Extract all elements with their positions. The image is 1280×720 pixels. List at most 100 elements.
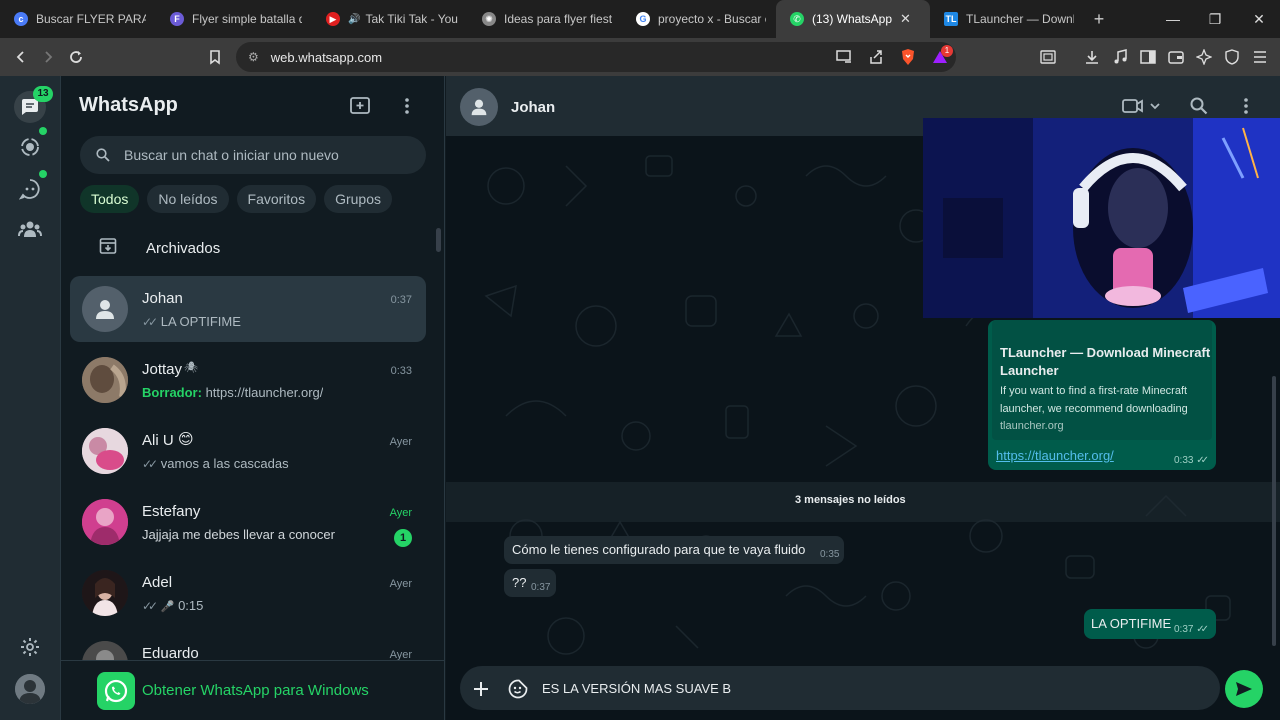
tlauncher-icon: TL (944, 12, 958, 26)
profile-avatar[interactable] (15, 674, 45, 704)
chat-preview: ✓✓ 🎤 0:15 (142, 598, 203, 613)
music-icon[interactable] (1106, 43, 1134, 71)
message-input[interactable] (542, 666, 1142, 710)
send-button[interactable] (1225, 670, 1263, 708)
chat-list-scrollbar[interactable] (436, 228, 441, 252)
maximize-icon[interactable]: ❐ (1194, 0, 1236, 38)
chat-row-eduardo[interactable]: Eduardo Ayer (70, 631, 426, 660)
incoming-message[interactable]: ?? 0:37 (504, 569, 556, 597)
filter-unread[interactable]: No leídos (147, 185, 229, 213)
channels-update-dot (39, 170, 47, 178)
new-tab-button[interactable]: + (1084, 9, 1114, 30)
browser-tab[interactable]: ✺ Ideas para flyer fiesta (468, 0, 622, 38)
archive-icon (99, 237, 117, 260)
status-icon[interactable] (15, 132, 45, 162)
search-messages-icon[interactable] (1187, 94, 1211, 118)
download-icon[interactable] (1078, 43, 1106, 71)
wallet-icon[interactable] (1162, 43, 1190, 71)
minimize-icon[interactable]: — (1152, 0, 1194, 38)
double-check-icon: ✓✓ (142, 457, 158, 471)
browser-tab[interactable]: F Flyer simple batalla de (156, 0, 312, 38)
spider-icon: 🕷 (184, 362, 198, 374)
share-icon[interactable] (862, 43, 890, 71)
contact-photo-avatar (82, 428, 128, 474)
tab-search-icon[interactable] (1034, 43, 1062, 71)
leo-ai-icon[interactable] (1190, 43, 1218, 71)
get-desktop-app-banner[interactable]: Obtener WhatsApp para Windows (61, 660, 445, 720)
menu-icon[interactable] (1246, 43, 1274, 71)
chat-time: 0:33 (390, 365, 412, 377)
conversation-menu-icon[interactable] (1234, 94, 1258, 118)
chat-name: Ali U (142, 432, 174, 449)
attach-plus-icon[interactable] (470, 678, 492, 700)
filter-groups[interactable]: Grupos (324, 185, 393, 213)
browser-tab-active[interactable]: ✆ (13) WhatsApp ✕ (776, 0, 930, 38)
chat-preview: Borrador: https://tlauncher.org/ (142, 385, 323, 400)
message-link[interactable]: https://tlauncher.org/ (996, 448, 1114, 463)
chat-name: Jottay (142, 361, 183, 378)
search-bar (80, 136, 426, 174)
forward-icon[interactable] (34, 43, 62, 71)
unread-count-badge: 1 (394, 529, 412, 547)
brave-rewards-icon[interactable]: 1 (926, 43, 954, 71)
double-check-icon: ✓✓ (1196, 455, 1209, 466)
conversation-pane: Johan TLauncher — Download Minecraft Lau… (446, 76, 1280, 720)
cast-icon[interactable] (830, 43, 858, 71)
chat-row-ali-u[interactable]: Ali U 😊 Ayer ✓✓ vamos a las cascadas (70, 418, 426, 484)
bookmark-icon[interactable] (201, 43, 229, 71)
browser-tab[interactable]: c Buscar FLYER PARA FI (0, 0, 156, 38)
video-call-icon[interactable] (1120, 94, 1164, 118)
whatsapp-logo-icon (97, 671, 135, 710)
more-options-icon[interactable] (395, 94, 419, 118)
chat-preview-text: LA OPTIFIME (160, 314, 241, 329)
browser-tab[interactable]: ▶ 🔊 Tak Tiki Tak - YouT (312, 0, 468, 38)
brave-shield-icon[interactable] (894, 43, 922, 71)
close-window-icon[interactable]: ✕ (1238, 0, 1280, 38)
openai-icon: ✺ (482, 12, 496, 26)
chat-row-estefany[interactable]: Estefany Ayer Jajjaja me debes llevar a … (70, 489, 426, 555)
link-preview-card[interactable]: TLauncher — Download Minecraft Launcher … (992, 320, 1212, 440)
outgoing-message[interactable]: LA OPTIFIME 0:37 ✓✓ (1084, 609, 1216, 639)
archived-label: Archivados (146, 239, 221, 257)
speaker-icon: 🔊 (348, 13, 361, 25)
webcam-image (923, 118, 1280, 318)
browser-tab[interactable]: G proyecto x - Buscar co (622, 0, 776, 38)
chat-row-johan[interactable]: Johan 0:37 ✓✓ LA OPTIFIME (70, 276, 426, 342)
search-input[interactable] (124, 147, 404, 163)
google-icon: G (636, 12, 650, 26)
incoming-message[interactable]: Cómo le tienes configurado para que te v… (504, 536, 844, 564)
browser-tab-label: Ideas para flyer fiesta (504, 12, 612, 26)
chat-row-jottay[interactable]: Jottay 🕷 0:33 Borrador: https://tlauncher… (70, 347, 426, 413)
filter-all[interactable]: Todos (80, 185, 140, 213)
webcam-overlay (923, 118, 1280, 318)
settings-icon[interactable] (15, 632, 45, 662)
archived-row[interactable]: Archivados (61, 226, 445, 270)
chat-time: Ayer (389, 649, 412, 660)
link-preview-message[interactable]: TLauncher — Download Minecraft Launcher … (988, 320, 1216, 470)
chat-row-adel[interactable]: Adel Ayer ✓✓ 🎤 0:15 (70, 560, 426, 626)
vpn-icon[interactable] (1218, 43, 1246, 71)
sidebar-toggle-icon[interactable] (1134, 43, 1162, 71)
conversation-scrollbar[interactable] (1272, 376, 1276, 646)
message-time: 0:35 (820, 549, 840, 560)
youtube-icon: ▶ (326, 12, 340, 26)
reload-icon[interactable] (62, 43, 90, 71)
sticker-emoji-icon[interactable] (507, 678, 529, 700)
notification-badge: 1 (941, 45, 953, 57)
close-tab-icon[interactable]: ✕ (900, 11, 911, 27)
browser-tab-label: Flyer simple batalla de (192, 12, 302, 26)
filter-favorites[interactable]: Favoritos (236, 185, 317, 213)
chat-time: Ayer (389, 436, 412, 448)
communities-icon[interactable] (15, 214, 45, 244)
channels-icon[interactable] (15, 174, 45, 204)
chat-time: Ayer (389, 578, 412, 590)
double-check-icon: ✓✓ (1196, 624, 1209, 635)
message-time: 0:37 (531, 582, 551, 593)
new-chat-icon[interactable] (348, 94, 372, 118)
site-info-icon[interactable]: ⚙ (248, 50, 259, 64)
chat-preview-text: https://tlauncher.org/ (205, 385, 324, 400)
back-icon[interactable] (7, 43, 35, 71)
browser-tab[interactable]: TL TLauncher — Downlo (930, 0, 1084, 38)
chat-preview: ✓✓ vamos a las cascadas (142, 456, 289, 471)
contact-photo-avatar (82, 357, 128, 403)
